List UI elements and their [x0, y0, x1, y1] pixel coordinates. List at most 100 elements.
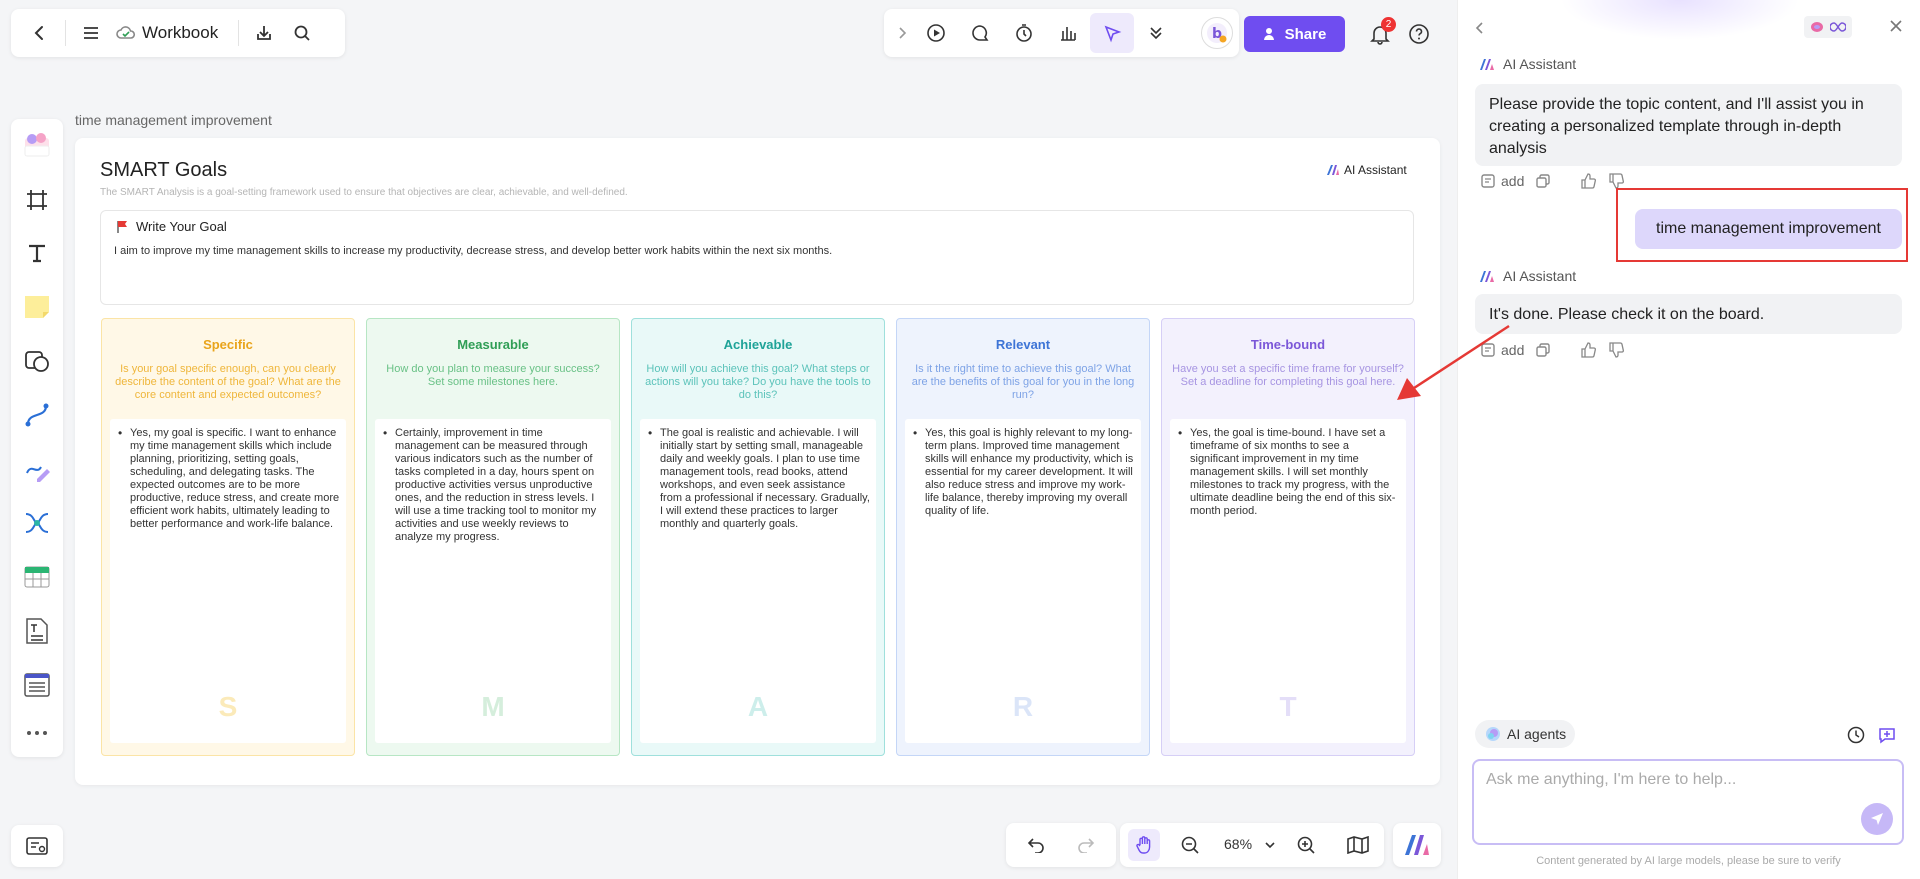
back-icon[interactable]: [21, 14, 59, 52]
add-label[interactable]: add: [1501, 173, 1524, 189]
ai-logo-icon: [1480, 58, 1494, 70]
goal-box[interactable]: [100, 210, 1414, 305]
share-label: Share: [1284, 25, 1327, 43]
shape-icon[interactable]: [18, 342, 56, 380]
message-actions: add: [1481, 173, 1625, 189]
sticky-note-icon[interactable]: [18, 287, 56, 325]
text-icon[interactable]: [18, 234, 56, 272]
pen-icon[interactable]: [18, 450, 56, 488]
book-view-icon[interactable]: [1342, 829, 1374, 861]
ai-message-header: AI Assistant: [1479, 268, 1576, 284]
minimap-icon[interactable]: [11, 825, 63, 867]
search-icon[interactable]: [283, 14, 321, 52]
cloud-icon: [116, 25, 136, 41]
frame-icon[interactable]: [18, 181, 56, 219]
redo-icon[interactable]: [1070, 829, 1102, 861]
workbook-title[interactable]: Workbook: [142, 23, 218, 43]
double-chevron-down-icon[interactable]: [1134, 13, 1178, 53]
goal-heading-text: Write Your Goal: [136, 219, 227, 234]
panel-back-icon[interactable]: [1470, 18, 1490, 38]
infinity-icon: [1830, 22, 1846, 32]
add-icon[interactable]: [1481, 174, 1495, 188]
column-letter: T: [1279, 691, 1297, 722]
column-question: Is it the right time to achieve this goa…: [911, 363, 1135, 401]
ai-assistant-button[interactable]: [1393, 823, 1441, 867]
copy-icon[interactable]: [1536, 343, 1551, 357]
history-icon[interactable]: [1845, 724, 1867, 746]
goal-heading: Write Your Goal: [116, 219, 227, 234]
copy-icon[interactable]: [1536, 174, 1551, 188]
chevron-down-icon[interactable]: [1260, 829, 1280, 861]
smart-column-time-bound[interactable]: Time-bound Have you set a specific time f…: [1161, 318, 1415, 756]
download-icon[interactable]: [245, 14, 283, 52]
laser-pointer-icon[interactable]: [1090, 13, 1134, 53]
vote-icon[interactable]: [1046, 13, 1090, 53]
share-button[interactable]: Share: [1244, 16, 1345, 52]
chevron-right-icon[interactable]: [890, 13, 914, 53]
column-letter: R: [1012, 691, 1034, 722]
column-answer: Yes, my goal is specific. I want to enha…: [118, 427, 340, 531]
undo-icon[interactable]: [1020, 829, 1052, 861]
ai-agents-button[interactable]: AI agents: [1475, 720, 1575, 748]
thumbs-up-icon[interactable]: [1580, 342, 1597, 358]
templates-icon[interactable]: [18, 126, 56, 164]
smart-column-relevant[interactable]: Relevant Is it the right time to achieve …: [896, 318, 1150, 756]
column-letter: M: [481, 691, 505, 722]
annotation-arrow: [1397, 324, 1510, 400]
connector-icon[interactable]: [18, 396, 56, 434]
ai-logo-icon: [1405, 835, 1429, 855]
column-title: Time-bound: [1250, 337, 1326, 352]
smart-column-achievable[interactable]: Achievable How will you achieve this goal…: [631, 318, 885, 756]
list-icon[interactable]: [18, 666, 56, 704]
zoom-out-icon[interactable]: [1174, 829, 1206, 861]
divider: [238, 20, 240, 46]
column-question: How do you plan to measure your success?…: [386, 363, 600, 388]
highlight-box: [1616, 188, 1908, 262]
notification-badge: 2: [1381, 17, 1396, 32]
new-chat-icon[interactable]: [1876, 724, 1898, 746]
smart-column-measurable[interactable]: Measurable How do you plan to measure you…: [366, 318, 620, 756]
column-question: How will you achieve this goal? What ste…: [645, 363, 871, 401]
page-title: SMART Goals: [100, 159, 228, 181]
help-icon[interactable]: [1405, 20, 1433, 48]
thumbs-down-icon[interactable]: [1608, 173, 1625, 189]
user-avatar[interactable]: b: [1201, 17, 1233, 49]
send-button[interactable]: [1861, 803, 1893, 835]
table-icon[interactable]: [18, 558, 56, 596]
panel-mode-toggle[interactable]: [1804, 16, 1852, 38]
ai-name: AI Assistant: [1503, 56, 1577, 72]
more-icon[interactable]: [18, 721, 56, 745]
flag-icon: [117, 220, 127, 233]
column-answer: Yes, this goal is highly relevant to my …: [913, 427, 1135, 518]
column-question: Is your goal specific enough, can you cl…: [115, 363, 341, 401]
menu-icon[interactable]: [72, 14, 110, 52]
hand-tool-icon[interactable]: [1128, 829, 1160, 861]
zoom-level[interactable]: 68%: [1224, 836, 1252, 852]
chat-bubble-icon: [1811, 22, 1823, 32]
board-ai-badge[interactable]: AI Assistant: [1326, 163, 1407, 177]
timer-icon[interactable]: [1002, 13, 1046, 53]
thumbs-down-icon[interactable]: [1608, 342, 1625, 358]
zoom-in-icon[interactable]: [1290, 829, 1322, 861]
chat-input[interactable]: Ask me anything, I'm here to help...: [1472, 759, 1904, 845]
ai-message-header: AI Assistant: [1479, 56, 1576, 72]
close-icon[interactable]: [1886, 16, 1906, 36]
mindmap-icon[interactable]: [18, 504, 56, 542]
column-letter: A: [747, 691, 769, 722]
ai-name: AI Assistant: [1503, 268, 1577, 284]
disclaimer-text: Content generated by AI large models, pl…: [1536, 855, 1841, 867]
present-icon[interactable]: [914, 13, 958, 53]
board-label: time management improvement: [75, 112, 272, 128]
zoom-controls: 68%: [1120, 823, 1384, 867]
thumbs-up-icon[interactable]: [1580, 173, 1597, 189]
top-left-toolbar: Workbook: [11, 9, 345, 57]
ai-message-bubble: It's done. Please check it on the board.: [1475, 294, 1902, 334]
column-title: Achievable: [723, 337, 793, 352]
agents-icon: [1486, 727, 1500, 741]
smart-column-specific[interactable]: Specific Is your goal specific enough, ca…: [101, 318, 355, 756]
document-icon[interactable]: [18, 612, 56, 650]
comment-icon[interactable]: [958, 13, 1002, 53]
divider: [65, 20, 66, 46]
column-title: Measurable: [457, 337, 529, 352]
column-answer: The goal is realistic and achievable. I …: [648, 427, 870, 531]
